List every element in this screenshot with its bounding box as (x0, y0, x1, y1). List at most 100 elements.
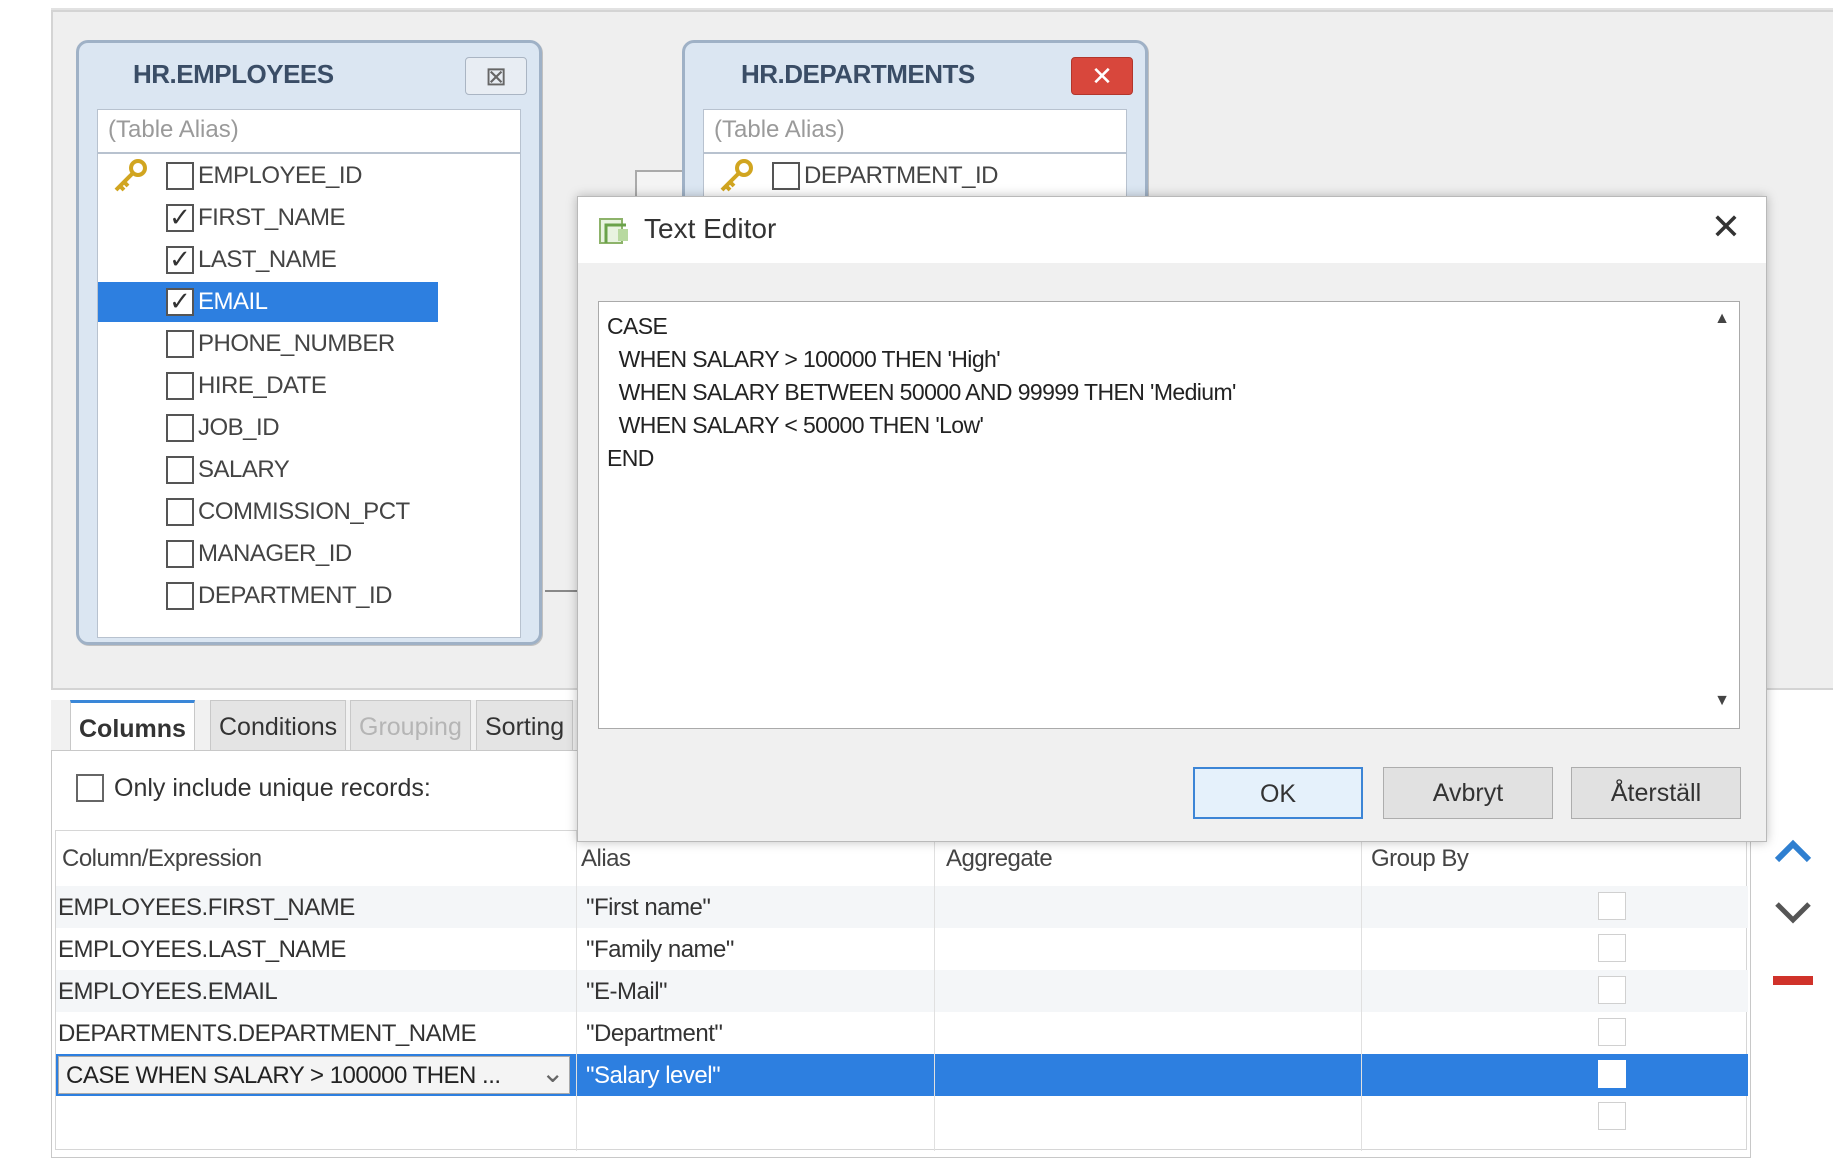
close-icon: ✕ (1710, 206, 1742, 247)
chevron-down-icon (1775, 902, 1811, 924)
table-row[interactable] (56, 1096, 1748, 1138)
column-name: JOB_ID (198, 414, 280, 441)
key-icon (720, 159, 753, 192)
text-editor-icon (598, 215, 632, 252)
table-title: HR.DEPARTMENTS (741, 59, 975, 89)
column-list[interactable]: EMPLOYEE_ID ✓ FIRST_NAME ✓ LAST_NAME ✓ EMAIL PH… (97, 153, 521, 638)
table-alias-input[interactable]: (Table Alias) (97, 109, 521, 153)
ok-button[interactable]: OK (1193, 767, 1363, 819)
dialog-close-button[interactable]: ✕ (1704, 207, 1748, 251)
table-title: HR.EMPLOYEES (133, 59, 334, 89)
column-row[interactable]: ✓ FIRST_NAME (98, 198, 458, 238)
remove-button[interactable] (1770, 962, 1816, 1002)
table-alias-input[interactable]: (Table Alias) (703, 109, 1127, 153)
column-checkbox[interactable]: ✓ (166, 204, 194, 232)
tab-grouping[interactable]: Grouping (350, 700, 471, 750)
dialog-title: Text Editor (644, 213, 777, 244)
reset-button[interactable]: Återställ (1571, 767, 1741, 819)
column-divider (576, 831, 577, 1151)
unique-records-label: Only include unique records: (114, 774, 431, 802)
column-checkbox[interactable]: ✓ (166, 246, 194, 274)
close-icon: ⊠ (485, 61, 507, 91)
table-row[interactable]: DEPARTMENTS.DEPARTMENT_NAME "Department" (56, 1012, 1748, 1054)
column-name: SALARY (198, 456, 290, 483)
column-row[interactable]: JOB_ID (98, 408, 458, 448)
expression-cell: DEPARTMENTS.DEPARTMENT_NAME (58, 1020, 477, 1047)
tab-conditions[interactable]: Conditions (210, 700, 347, 750)
grid-header-cell[interactable]: Group By (1371, 845, 1469, 873)
column-divider (934, 831, 935, 1151)
group-by-checkbox[interactable] (1598, 1102, 1626, 1130)
expression-text: CASE WHEN SALARY > 100000 THEN 'High' WH… (607, 313, 1236, 471)
chevron-down-icon[interactable]: ⌄ (541, 1056, 564, 1089)
key-icon (114, 159, 147, 192)
column-row[interactable]: HIRE_DATE (98, 366, 458, 406)
grid-header-cell[interactable]: Column/Expression (62, 845, 262, 873)
column-row[interactable]: DEPARTMENT_ID (704, 156, 1064, 196)
column-checkbox[interactable] (166, 498, 194, 526)
column-row[interactable]: SALARY (98, 450, 458, 490)
column-name: COMMISSION_PCT (198, 498, 410, 525)
group-by-checkbox[interactable] (1598, 934, 1626, 962)
tab-sorting[interactable]: Sorting (476, 700, 574, 750)
column-row[interactable]: COMMISSION_PCT (98, 492, 458, 532)
column-name: DEPARTMENT_ID (198, 582, 392, 609)
table-close-button[interactable]: ⊠ (465, 57, 527, 95)
column-checkbox[interactable] (772, 162, 800, 190)
expression-text-area[interactable]: CASE WHEN SALARY > 100000 THEN 'High' WH… (598, 301, 1740, 729)
column-row[interactable]: ✓ LAST_NAME (98, 240, 458, 280)
group-by-checkbox[interactable] (1598, 976, 1626, 1004)
column-name: MANAGER_ID (198, 540, 352, 567)
column-row[interactable]: EMPLOYEE_ID (98, 156, 458, 196)
column-checkbox[interactable] (166, 582, 194, 610)
column-row[interactable]: ✓ EMAIL (98, 282, 438, 322)
expression-cell: EMPLOYEES.EMAIL (58, 978, 278, 1005)
text-editor-dialog[interactable]: Text Editor ✕ CASE WHEN SALARY > 100000 … (577, 196, 1767, 842)
column-name: HIRE_DATE (198, 372, 327, 399)
column-checkbox[interactable] (166, 330, 194, 358)
table-row[interactable]: CASE WHEN SALARY > 100000 THEN ... ⌄ "Sala… (56, 1054, 1748, 1096)
column-checkbox[interactable]: ✓ (166, 288, 194, 316)
column-name: EMPLOYEE_ID (198, 162, 362, 189)
column-checkbox[interactable] (166, 162, 194, 190)
table-employees[interactable]: HR.EMPLOYEES ⊠ (Table Alias) EMPLOYEE_ID… (76, 40, 542, 645)
grid-header-cell[interactable]: Alias (581, 845, 631, 873)
column-name: PHONE_NUMBER (198, 330, 395, 357)
column-row[interactable]: PHONE_NUMBER (98, 324, 458, 364)
group-by-checkbox[interactable] (1598, 1060, 1626, 1088)
alias-cell[interactable]: "First name" (586, 894, 711, 922)
chevron-up-icon (1774, 839, 1812, 863)
expression-cell: CASE WHEN SALARY > 100000 THEN ... (66, 1062, 501, 1089)
move-down-button[interactable] (1770, 896, 1816, 936)
column-checkbox[interactable] (166, 456, 194, 484)
table-close-button[interactable]: ✕ (1071, 57, 1133, 95)
alias-cell[interactable]: "Department" (586, 1020, 723, 1048)
alias-cell[interactable]: "E-Mail" (586, 978, 668, 1006)
column-divider (1361, 831, 1362, 1151)
columns-grid[interactable]: Column/Expression Alias Aggregate Group By E… (55, 830, 1748, 1151)
column-checkbox[interactable] (166, 540, 194, 568)
column-row[interactable]: MANAGER_ID (98, 534, 458, 574)
unique-records-checkbox[interactable] (76, 774, 104, 802)
tab-columns[interactable]: Columns (70, 700, 195, 752)
column-row[interactable]: DEPARTMENT_ID (98, 576, 458, 616)
column-name: DEPARTMENT_ID (804, 162, 998, 189)
column-checkbox[interactable] (166, 414, 194, 442)
column-name: EMAIL (198, 288, 268, 315)
column-checkbox[interactable] (166, 372, 194, 400)
minus-icon (1773, 976, 1813, 985)
move-up-button[interactable] (1770, 836, 1816, 876)
scroll-up-arrow[interactable]: ▲ (1707, 310, 1737, 340)
column-name: LAST_NAME (198, 246, 337, 273)
cancel-button[interactable]: Avbryt (1383, 767, 1553, 819)
group-by-checkbox[interactable] (1598, 1018, 1626, 1046)
group-by-checkbox[interactable] (1598, 892, 1626, 920)
column-name: FIRST_NAME (198, 204, 346, 231)
table-row[interactable]: EMPLOYEES.LAST_NAME "Family name" (56, 928, 1748, 970)
alias-cell[interactable]: "Family name" (586, 936, 734, 964)
table-row[interactable]: EMPLOYEES.FIRST_NAME "First name" (56, 886, 1748, 928)
scroll-down-arrow[interactable]: ▼ (1707, 692, 1737, 722)
alias-cell[interactable]: "Salary level" (586, 1062, 721, 1090)
table-row[interactable]: EMPLOYEES.EMAIL "E-Mail" (56, 970, 1748, 1012)
grid-header-cell[interactable]: Aggregate (946, 845, 1053, 873)
